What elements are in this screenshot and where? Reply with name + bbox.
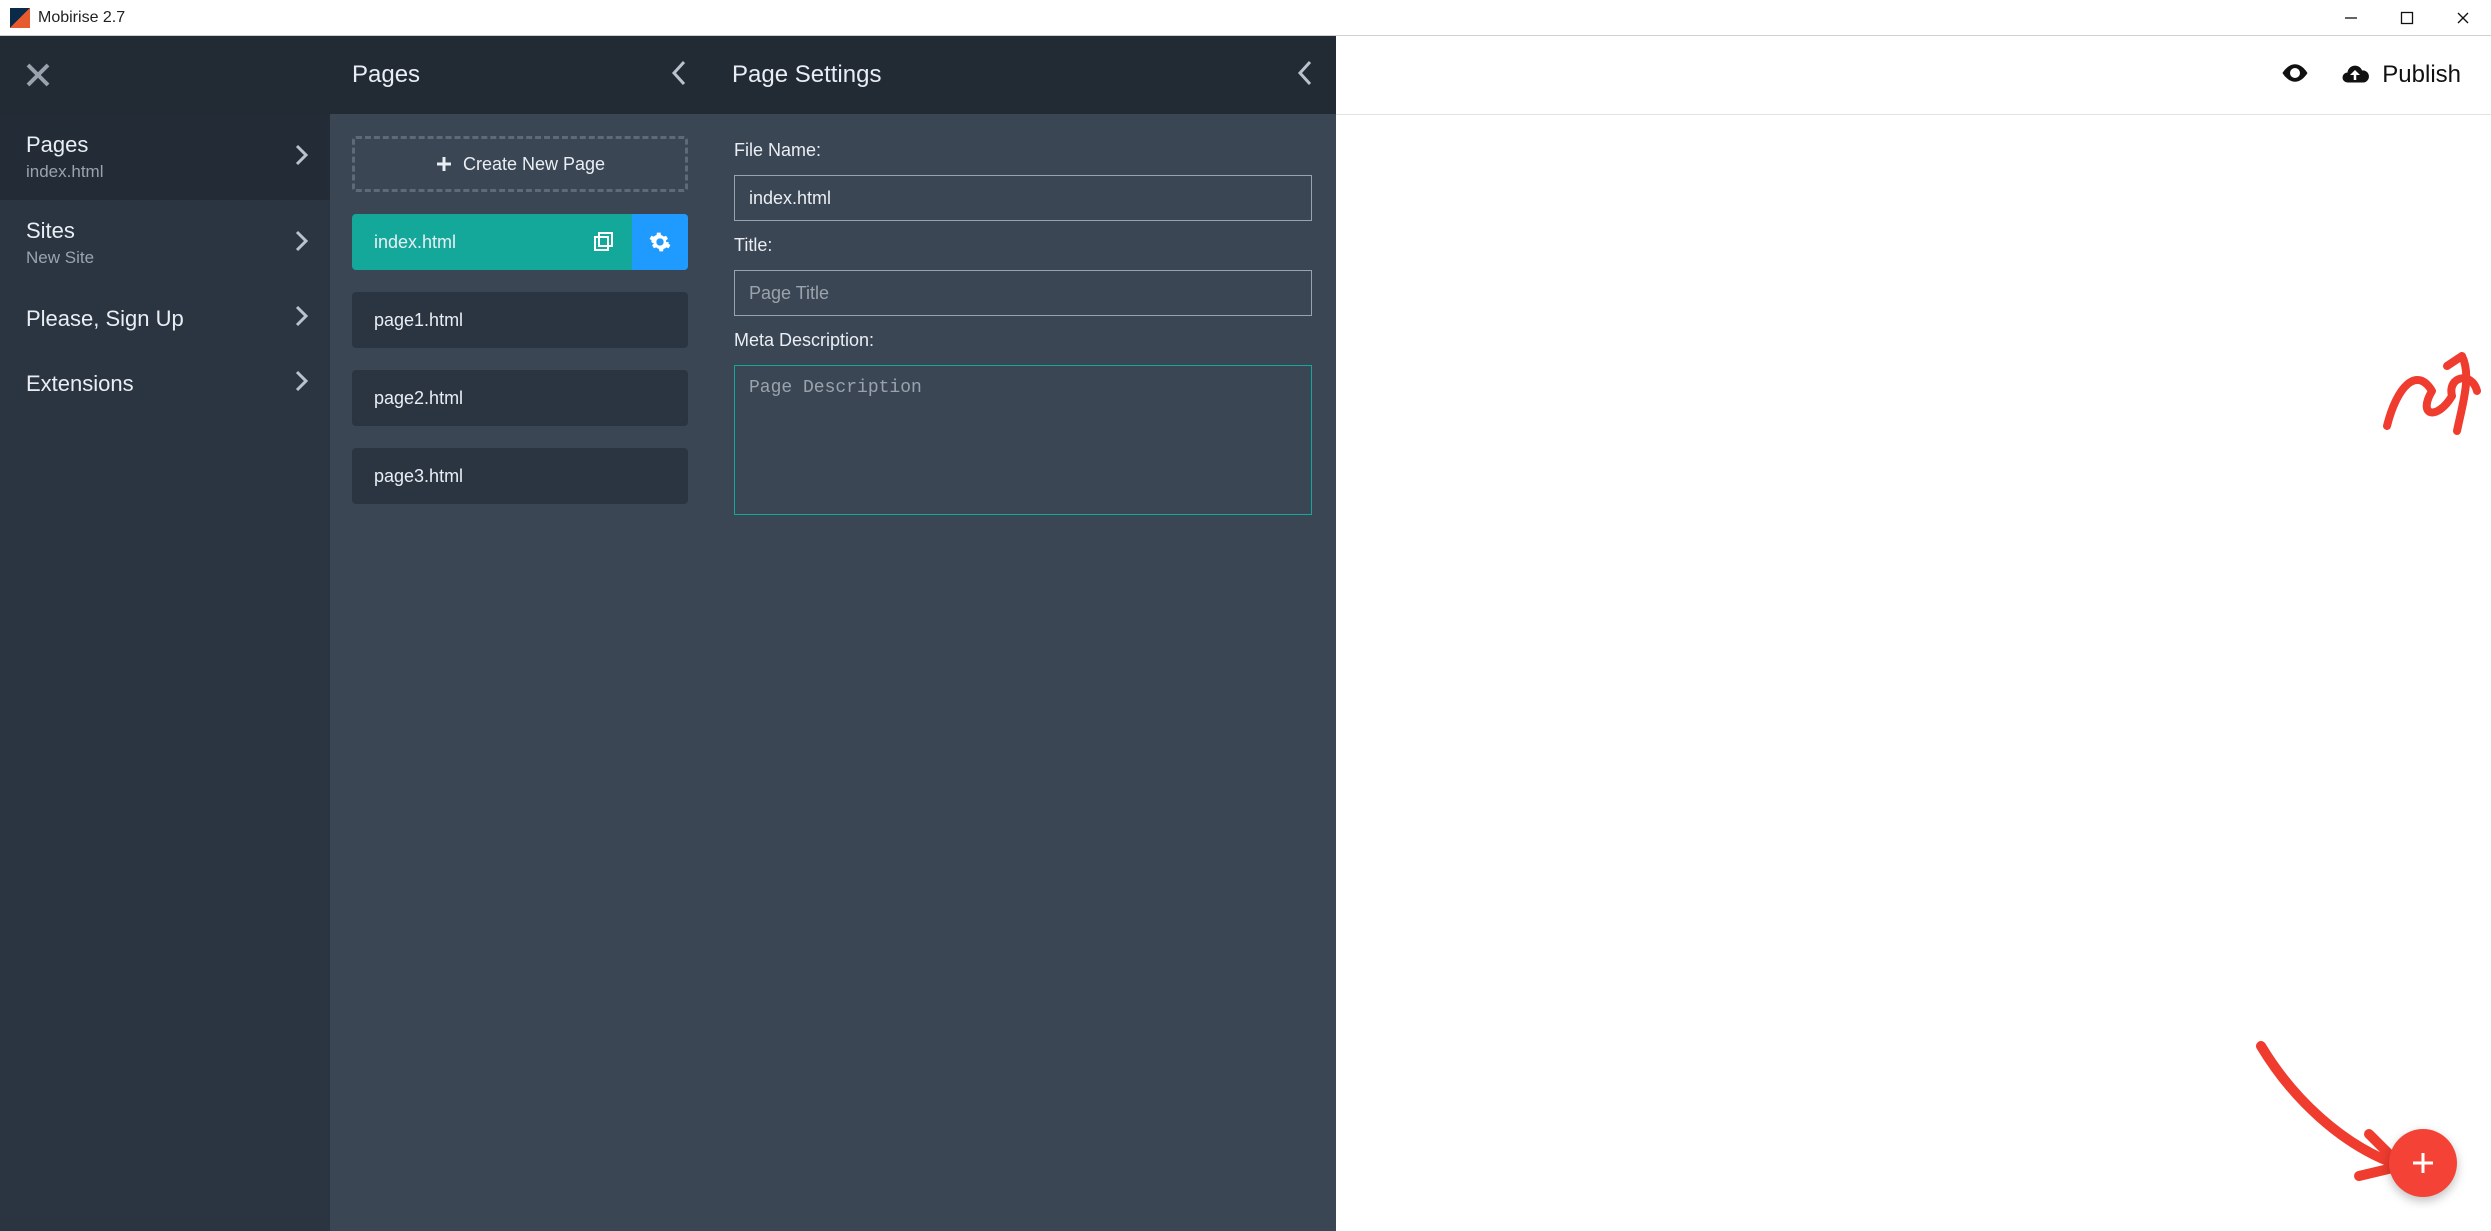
topbar-separator (1336, 114, 2491, 115)
eye-icon (2280, 58, 2310, 88)
sidebar-item-label: Please, Sign Up (26, 306, 184, 332)
page-row-label: page1.html (374, 310, 463, 331)
page-settings-panel: Page Settings File Name: Title: Meta Des… (710, 36, 1336, 1231)
page-row-index[interactable]: index.html (352, 214, 688, 270)
add-block-fab[interactable] (2389, 1129, 2457, 1197)
canvas-area: Publish (1336, 36, 2491, 1231)
sidebar-item-signup[interactable]: Please, Sign Up (0, 286, 330, 351)
cloud-upload-icon (2340, 60, 2370, 90)
plus-icon (435, 155, 453, 173)
window-maximize-button[interactable] (2379, 0, 2435, 36)
title-input[interactable] (734, 270, 1312, 316)
pages-panel-back-button[interactable] (670, 59, 688, 92)
chevron-right-icon (294, 143, 310, 172)
sidebar-item-extensions[interactable]: Extensions (0, 351, 330, 416)
copy-icon (593, 231, 615, 253)
sidebar-item-label: Extensions (26, 371, 134, 397)
main-sidebar: Pages index.html Sites New Site Please, … (0, 36, 330, 1231)
settings-panel-header: Page Settings (710, 36, 1336, 114)
sidebar-item-pages[interactable]: Pages index.html (0, 114, 330, 200)
page-row-label: page3.html (374, 466, 463, 487)
meta-label: Meta Description: (734, 330, 1312, 351)
window-close-button[interactable] (2435, 0, 2491, 36)
window-title: Mobirise 2.7 (38, 9, 125, 27)
pages-panel-header: Pages (330, 36, 710, 114)
page-settings-button[interactable] (632, 214, 688, 270)
sidebar-item-sublabel: index.html (26, 162, 103, 182)
page-row[interactable]: page2.html (352, 370, 688, 426)
handwriting-annotation (2377, 336, 2491, 461)
filename-input[interactable] (734, 175, 1312, 221)
sidebar-item-label: Pages (26, 132, 103, 158)
publish-button[interactable]: Publish (2340, 60, 2461, 90)
create-new-page-label: Create New Page (463, 154, 605, 175)
create-new-page-button[interactable]: Create New Page (352, 136, 688, 192)
plus-icon (2410, 1150, 2436, 1176)
publish-label: Publish (2382, 61, 2461, 89)
sidebar-close-button[interactable] (0, 36, 330, 114)
page-duplicate-button[interactable] (576, 214, 632, 270)
window-titlebar: Mobirise 2.7 (0, 0, 2491, 36)
page-row-label: index.html (374, 232, 456, 253)
sidebar-item-label: Sites (26, 218, 94, 244)
preview-button[interactable] (2280, 58, 2310, 93)
settings-panel-back-button[interactable] (1296, 59, 1314, 92)
page-row[interactable]: page3.html (352, 448, 688, 504)
filename-label: File Name: (734, 140, 1312, 161)
pages-panel-title: Pages (352, 61, 420, 89)
canvas-topbar: Publish (2280, 36, 2491, 114)
title-label: Title: (734, 235, 1312, 256)
chevron-right-icon (294, 229, 310, 258)
page-row-label: page2.html (374, 388, 463, 409)
window-minimize-button[interactable] (2323, 0, 2379, 36)
meta-description-input[interactable] (734, 365, 1312, 515)
chevron-right-icon (294, 369, 310, 398)
page-row[interactable]: page1.html (352, 292, 688, 348)
sidebar-item-sublabel: New Site (26, 248, 94, 268)
gear-icon (649, 231, 671, 253)
app-icon (10, 8, 30, 28)
sidebar-item-sites[interactable]: Sites New Site (0, 200, 330, 286)
chevron-right-icon (294, 304, 310, 333)
settings-panel-title: Page Settings (732, 61, 881, 89)
pages-panel: Pages Create New Page index.html page1.h… (330, 36, 710, 1231)
